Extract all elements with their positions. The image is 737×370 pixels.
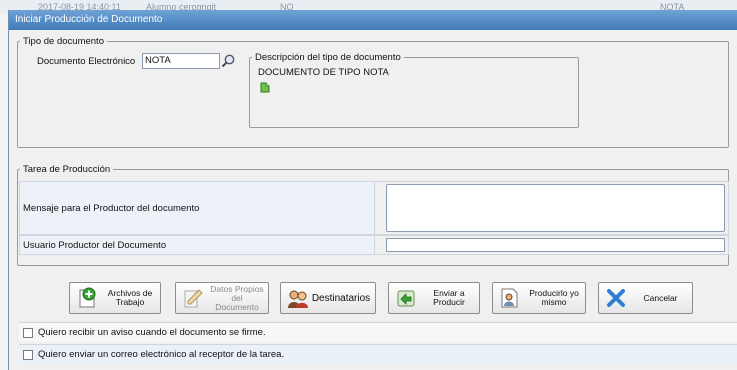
aviso-firma-checkbox[interactable] [23,327,33,338]
tarea-produccion-legend: Tarea de Producción [23,164,111,175]
document-green-icon [260,82,270,93]
archivos-trabajo-label: Archivos de Trabajo [107,288,153,307]
iniciar-produccion-dialog: Iniciar Producción de Documento Tipo de … [8,10,737,370]
descripcion-text: DOCUMENTO DE TIPO NOTA [258,67,389,78]
mensaje-textarea[interactable] [386,184,725,232]
recipients-icon [288,290,308,308]
destinatarios-label: Destinatarios [311,292,371,304]
cancelar-label: Cancelar [643,292,678,303]
mensaje-label: Mensaje para el Productor del documento [20,182,375,234]
cancel-x-icon [607,289,625,307]
cancelar-button[interactable]: Cancelar [598,282,693,314]
enviar-producir-label: Enviar a Producir [433,288,465,307]
search-icon[interactable] [220,53,236,69]
correo-receptor-label: Quiero enviar un correo electrónico al r… [38,349,285,360]
usuario-label: Usuario Productor del Documento [20,236,375,254]
correo-receptor-row[interactable]: Quiero enviar un correo electrónico al r… [19,344,737,364]
documento-electronico-label: Documento Electrónico [37,56,136,67]
archivos-trabajo-button[interactable]: Archivos de Trabajo [69,282,161,314]
usuario-row: Usuario Productor del Documento [19,235,729,255]
edit-document-icon [184,289,203,308]
correo-receptor-checkbox[interactable] [23,349,33,360]
add-file-icon [79,287,96,308]
descripcion-group: Descripción del tipo de documento [249,52,579,128]
enviar-producir-button[interactable]: Enviar a Producir [388,282,480,314]
dialog-title: Iniciar Producción de Documento [9,10,737,30]
usuario-input[interactable] [386,238,725,252]
documento-electronico-input[interactable]: NOTA [142,53,220,69]
datos-propios-label: Datos Propios del Documento [210,283,264,312]
mensaje-row: Mensaje para el Productor del documento [19,181,729,235]
self-produce-icon [501,288,518,308]
send-icon [397,290,415,307]
aviso-firma-label: Quiero recibir un aviso cuando el docume… [38,327,266,338]
tipo-documento-legend: Tipo de documento [23,36,104,47]
producirlo-label: Producirlo yo mismo [529,288,579,307]
descripcion-legend: Descripción del tipo de documento [255,52,401,63]
destinatarios-button[interactable]: Destinatarios [280,282,376,314]
datos-propios-button[interactable]: Datos Propios del Documento [175,282,269,314]
aviso-firma-row[interactable]: Quiero recibir un aviso cuando el docume… [19,322,737,342]
producirlo-yo-mismo-button[interactable]: Producirlo yo mismo [492,282,586,314]
